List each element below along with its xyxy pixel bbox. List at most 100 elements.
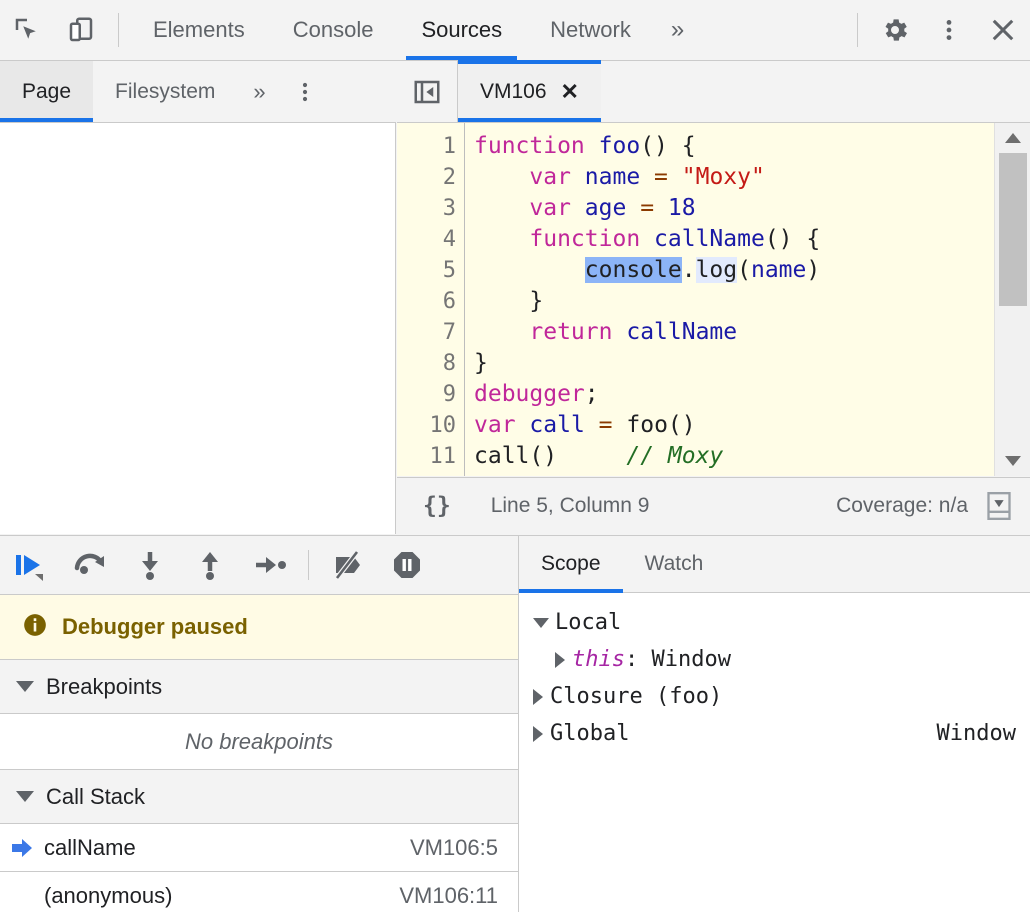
step-icon[interactable] (240, 536, 300, 594)
editor-scrollbar[interactable] (994, 123, 1030, 476)
navigator-file-tree[interactable] (0, 123, 396, 534)
code-token: // Moxy (626, 443, 723, 469)
line-number: 9 (400, 379, 456, 410)
code-token: log (696, 257, 738, 283)
scope-group-global[interactable]: Global Window (519, 715, 1030, 752)
pause-on-exceptions-icon[interactable] (377, 536, 437, 594)
line-number: 3 (400, 193, 456, 224)
call-stack-section-header[interactable]: Call Stack (0, 770, 519, 824)
code-token (640, 226, 654, 252)
toolbar-right-group (847, 0, 1030, 60)
code-token (571, 164, 585, 190)
breakpoints-section-header[interactable]: Breakpoints (0, 660, 519, 714)
code-token: debugger (474, 381, 585, 407)
tab-console[interactable]: Console (269, 0, 398, 60)
tab-scope[interactable]: Scope (519, 536, 623, 592)
step-out-icon[interactable] (180, 536, 240, 594)
line-number: 7 (400, 317, 456, 348)
code-token (474, 257, 585, 283)
code-line: var name = "Moxy" (466, 162, 994, 193)
source-code-editor[interactable]: 1 2 3 4 5 6 7 8 9 10 11 function foo() {… (397, 123, 1030, 476)
code-token (654, 195, 668, 221)
chevron-down-icon (533, 618, 549, 628)
device-toolbar-icon[interactable] (54, 2, 108, 58)
resume-icon[interactable] (0, 536, 60, 594)
code-text-area[interactable]: function foo () { var name = "Moxy" var a… (466, 123, 994, 476)
close-icon[interactable] (976, 2, 1030, 58)
code-token: callName (654, 226, 765, 252)
tab-sources-label: Sources (421, 17, 502, 43)
editor-scrollbar-thumb[interactable] (999, 153, 1027, 306)
tab-elements[interactable]: Elements (129, 0, 269, 60)
code-line: console.log(name) (466, 255, 994, 286)
code-token (474, 226, 529, 252)
step-into-icon[interactable] (120, 536, 180, 594)
pretty-print-button[interactable]: {} (397, 493, 469, 519)
editor-tabstrip: VM106 ✕ (397, 61, 1030, 123)
navigator-more-icon[interactable]: » (237, 61, 281, 122)
scroll-down-icon[interactable] (995, 446, 1030, 476)
show-navigator-icon[interactable] (397, 61, 458, 122)
line-number: 4 (400, 224, 456, 255)
code-token (474, 164, 529, 190)
line-number: 1 (400, 131, 456, 162)
code-token: console (585, 257, 682, 283)
tab-watch[interactable]: Watch (623, 536, 726, 592)
nav-tab-filesystem[interactable]: Filesystem (93, 61, 237, 122)
code-token: ; (585, 381, 599, 407)
call-stack-frame-active[interactable]: callName VM106:5 (0, 824, 519, 872)
code-token (571, 195, 585, 221)
code-token (612, 319, 626, 345)
deactivate-breakpoints-icon[interactable] (317, 536, 377, 594)
code-token: foo (599, 133, 641, 159)
chevron-right-icon (533, 726, 543, 742)
scope-group-closure[interactable]: Closure (foo) (519, 678, 1030, 715)
code-token (626, 195, 640, 221)
info-icon (22, 612, 48, 643)
nav-tab-page[interactable]: Page (0, 61, 93, 122)
scope-group-label: Global (550, 721, 629, 746)
code-token: var (529, 195, 571, 221)
code-token: = (599, 412, 613, 438)
code-token: call (529, 412, 584, 438)
code-token (474, 319, 529, 345)
scope-group-local[interactable]: Local (519, 604, 1030, 641)
code-token: return (529, 319, 612, 345)
tab-sources[interactable]: Sources (397, 0, 526, 60)
close-icon[interactable]: ✕ (561, 81, 579, 103)
editor-tab-label: VM106 (480, 80, 547, 104)
scroll-up-icon[interactable] (995, 123, 1030, 153)
tab-network[interactable]: Network (526, 0, 655, 60)
step-over-icon[interactable] (60, 536, 120, 594)
code-token (516, 412, 530, 438)
scope-tree[interactable]: Local this : Window Closure (foo) Global… (519, 594, 1030, 912)
toolbar-divider (118, 13, 119, 47)
editor-tab-vm106[interactable]: VM106 ✕ (458, 61, 601, 122)
navigator-menu-icon[interactable] (282, 61, 328, 122)
code-token: age (585, 195, 627, 221)
code-token (585, 133, 599, 159)
paused-message: Debugger paused (62, 614, 248, 640)
inspect-element-icon[interactable] (0, 2, 54, 58)
code-line: debugger; (466, 379, 994, 410)
gear-icon[interactable] (868, 2, 922, 58)
more-tabs-icon[interactable]: » (655, 0, 700, 60)
code-line: } (466, 286, 994, 317)
code-token: name (751, 257, 806, 283)
kebab-menu-icon[interactable] (922, 2, 976, 58)
chevron-down-icon (16, 791, 34, 802)
code-token: () { (765, 226, 820, 252)
scope-property-name: this (572, 647, 625, 672)
code-line: var age = 18 (466, 193, 994, 224)
tab-elements-label: Elements (153, 17, 245, 43)
code-token: function (529, 226, 640, 252)
call-stack-frame[interactable]: (anonymous) VM106:11 (0, 872, 519, 912)
code-token: = (640, 195, 654, 221)
secondary-toolbar-row: Page Filesystem » (0, 61, 1030, 123)
scope-property-this[interactable]: this : Window (519, 641, 1030, 678)
scope-tabstrip: Scope Watch (519, 536, 1030, 593)
frame-name: (anonymous) (44, 883, 172, 909)
editor-status-bar: {} Line 5, Column 9 Coverage: n/a (397, 477, 1030, 534)
current-frame-arrow-icon (0, 837, 44, 859)
show-drawer-icon[interactable] (968, 490, 1030, 522)
